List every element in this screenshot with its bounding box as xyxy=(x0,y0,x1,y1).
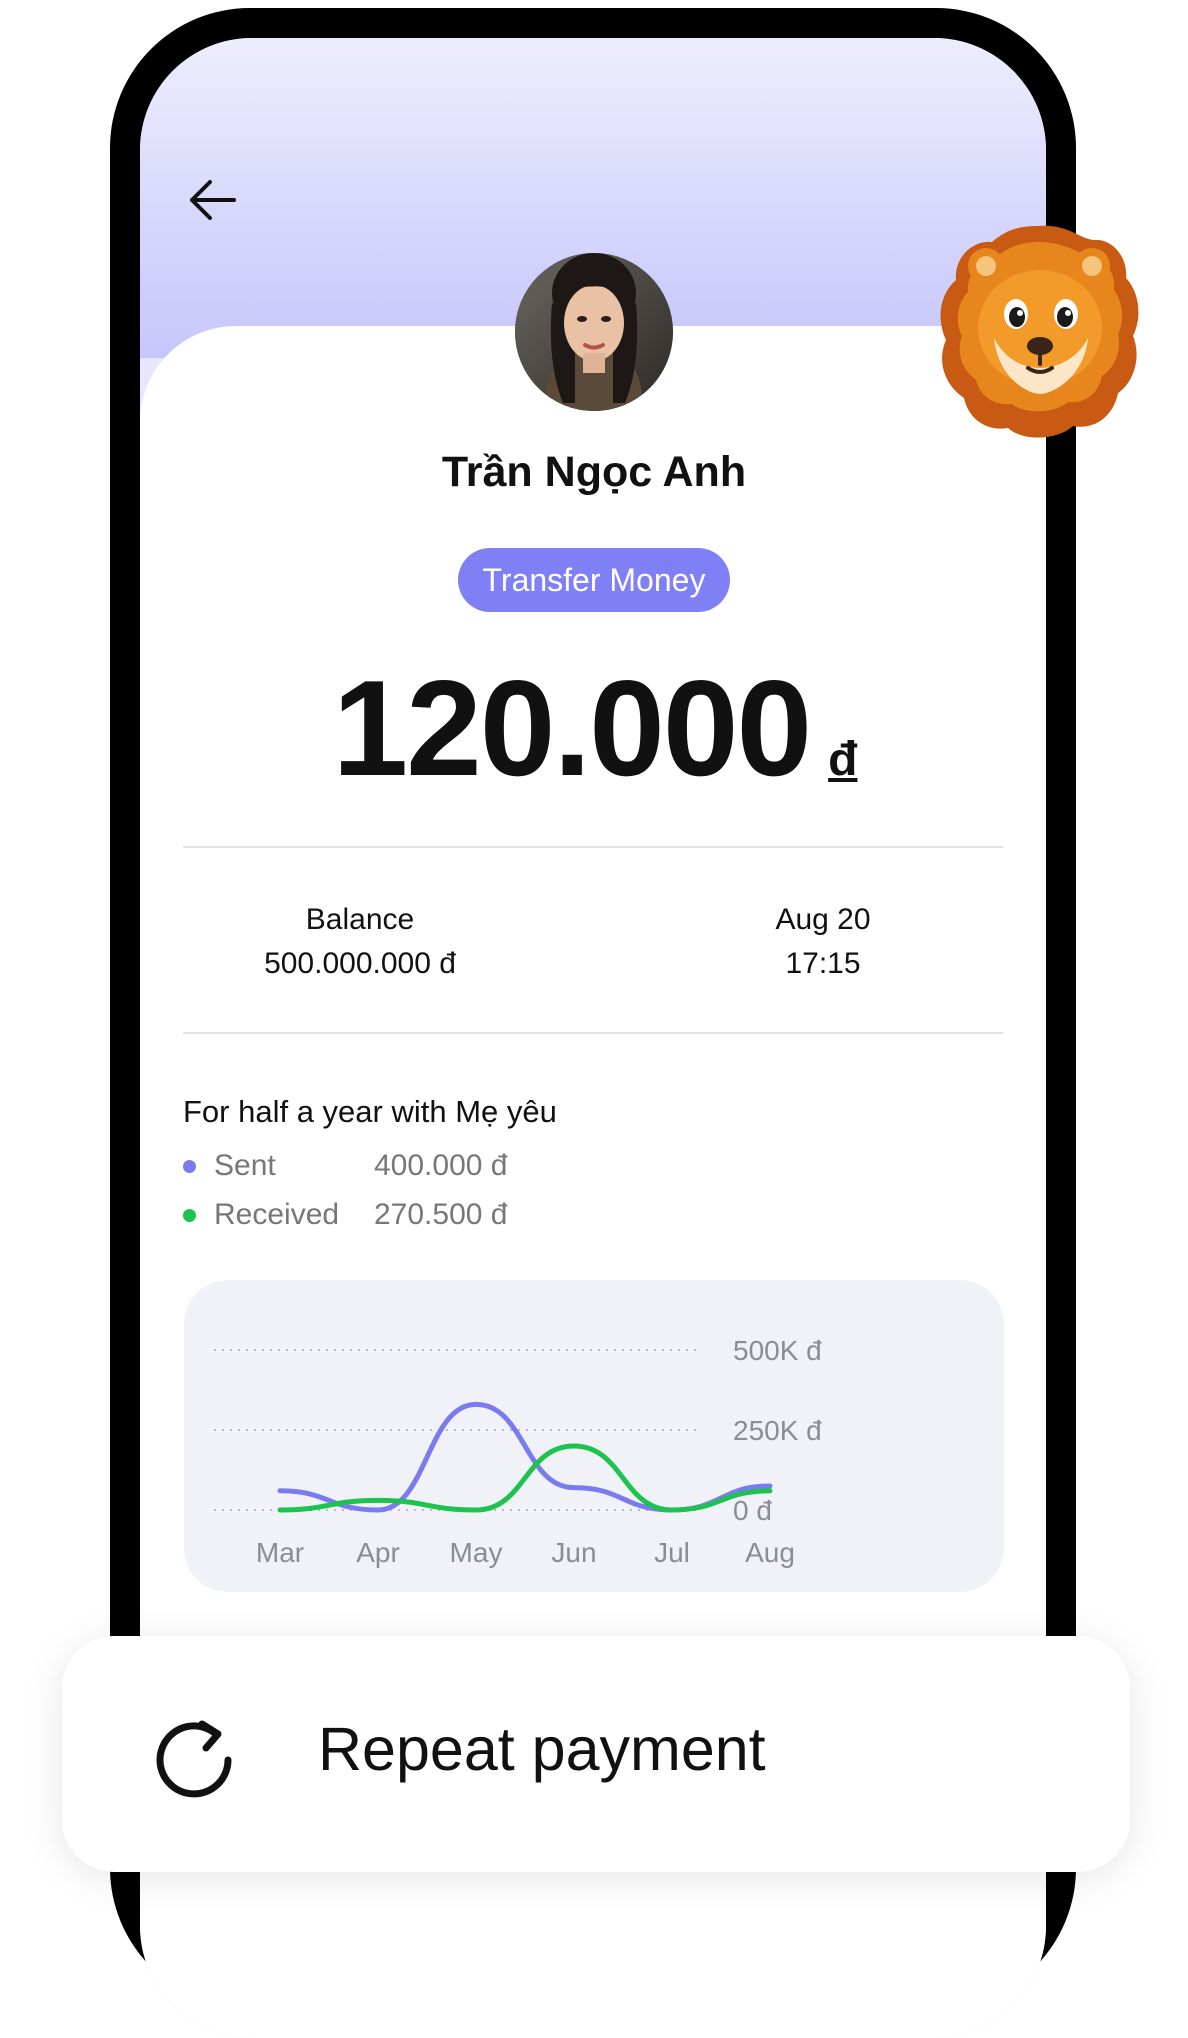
lion-sticker xyxy=(940,225,1139,438)
sent-value: 400.000 đ xyxy=(374,1149,508,1182)
repeat-payment-label: Repeat payment xyxy=(318,1715,766,1783)
x-tick-label: Mar xyxy=(256,1537,304,1568)
refresh-icon xyxy=(156,1720,232,1798)
amount-currency: đ xyxy=(828,733,858,786)
arrow-left-icon xyxy=(190,180,236,220)
summary-title: For half a year with Mẹ yêu xyxy=(183,1094,557,1129)
history-chart: 500K đ 250K đ 0 đ Mar Apr May Jun Jul Aug xyxy=(184,1280,1004,1592)
y-tick-label: 500K đ xyxy=(733,1335,822,1366)
legend-received: Received 270.500 đ xyxy=(183,1193,507,1237)
transfer-date: Aug 20 xyxy=(775,903,871,936)
received-value: 270.500 đ xyxy=(374,1198,508,1231)
sent-dot-icon xyxy=(183,1159,196,1173)
transfer-type-badge: Transfer Money xyxy=(458,548,730,612)
x-tick-label: Jun xyxy=(551,1537,596,1568)
divider xyxy=(183,1032,1003,1034)
datetime-block: Aug 20 17:15 xyxy=(738,898,908,986)
divider xyxy=(183,846,1003,848)
x-tick-label: Apr xyxy=(356,1537,400,1568)
repeat-payment-button[interactable]: Repeat payment xyxy=(62,1636,1130,1872)
balance-block: Balance 500.000.000 đ xyxy=(240,898,480,986)
sent-label: Sent xyxy=(214,1149,276,1182)
x-tick-label: Jul xyxy=(654,1537,690,1568)
avatar xyxy=(515,253,673,411)
legend-sent: Sent 400.000 đ xyxy=(183,1144,507,1188)
transfer-amount: 120.000 đ xyxy=(330,650,860,804)
series-line-sent xyxy=(277,1401,773,1513)
chart-canvas: 500K đ 250K đ 0 đ Mar Apr May Jun Jul Aug xyxy=(214,1335,822,1568)
x-tick-label: May xyxy=(450,1537,503,1568)
y-tick-label: 250K đ xyxy=(733,1415,822,1446)
balance-label: Balance xyxy=(305,903,415,936)
back-button[interactable] xyxy=(186,174,238,226)
contact-name: Trần Ngọc Anh xyxy=(441,448,747,496)
x-tick-label: Aug xyxy=(745,1537,795,1568)
received-dot-icon xyxy=(183,1208,196,1222)
series-line-received xyxy=(277,1443,773,1513)
amount-value: 120.000 xyxy=(332,652,813,804)
transfer-time: 17:15 xyxy=(785,947,861,980)
y-tick-label: 0 đ xyxy=(733,1495,772,1526)
received-label: Received xyxy=(214,1198,340,1231)
balance-value: 500.000.000 đ xyxy=(264,947,456,980)
